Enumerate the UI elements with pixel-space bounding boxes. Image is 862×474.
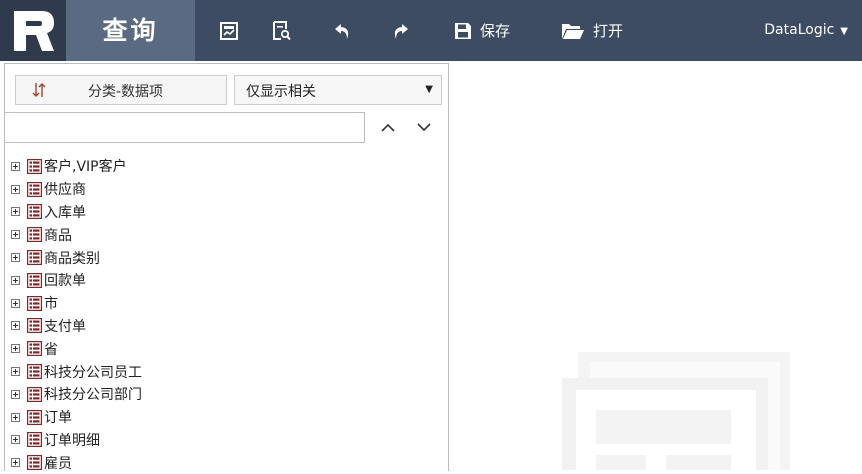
tree-item-label: 订单 <box>44 410 72 427</box>
tree-item[interactable]: 省 <box>11 337 441 360</box>
filter-select[interactable]: 仅显示相关 ▼ <box>234 75 442 105</box>
plus-box-icon[interactable] <box>11 435 20 445</box>
tree-item-label: 科技分公司员工 <box>44 364 142 381</box>
tree-item-label: 省 <box>44 341 58 358</box>
tree-item-label: 市 <box>44 296 58 313</box>
folder-open-icon <box>562 23 584 39</box>
table-icon <box>27 272 42 288</box>
plus-box-icon[interactable] <box>11 389 20 399</box>
table-icon <box>27 227 42 243</box>
save-icon <box>455 22 471 39</box>
tree-item[interactable]: 商品类别 <box>11 246 441 269</box>
tree-item-label: 支付单 <box>44 318 86 335</box>
sort-icon <box>32 83 46 97</box>
table-icon <box>27 432 42 448</box>
tree-item[interactable]: 支付单 <box>11 315 441 338</box>
filter-select-value: 仅显示相关 <box>246 84 316 100</box>
tree-item[interactable]: 市 <box>11 292 441 315</box>
user-name: DataLogic <box>764 22 835 38</box>
save-button[interactable]: 保存 <box>454 0 510 61</box>
tree-item-label: 订单明细 <box>44 432 100 449</box>
plus-box-icon[interactable] <box>11 367 20 377</box>
tree-item-label: 供应商 <box>44 182 86 199</box>
undo-button[interactable] <box>330 0 356 61</box>
top-toolbar: 查询 保存 打开 DataLogic ▼ <box>0 0 862 61</box>
table-icon <box>27 204 42 220</box>
tree-item[interactable]: 入库单 <box>11 201 441 224</box>
open-label: 打开 <box>593 22 624 40</box>
next-match-button[interactable] <box>407 112 441 143</box>
tree-item-label: 商品类别 <box>44 250 100 267</box>
tree-item[interactable]: 订单明细 <box>11 429 441 452</box>
tree-item[interactable]: 雇员 <box>11 451 441 474</box>
chevron-down-icon: ▼ <box>425 84 433 95</box>
plus-box-icon[interactable] <box>11 458 20 468</box>
chevron-down-icon: ▼ <box>840 26 848 37</box>
tree-item-label: 科技分公司部门 <box>44 387 142 404</box>
table-icon <box>27 364 42 380</box>
plus-box-icon[interactable] <box>11 207 20 217</box>
search-input[interactable] <box>4 112 365 143</box>
table-icon <box>27 250 42 266</box>
user-menu[interactable]: DataLogic ▼ <box>764 0 848 61</box>
table-icon <box>27 158 42 174</box>
chevron-down-icon <box>417 123 431 132</box>
tree-item[interactable]: 科技分公司员工 <box>11 360 441 383</box>
empty-report-illustration <box>562 352 790 470</box>
search-document-icon <box>272 20 291 40</box>
table-icon <box>27 318 42 334</box>
redo-icon <box>394 23 408 39</box>
plus-box-icon[interactable] <box>11 253 20 263</box>
plus-box-icon[interactable] <box>11 230 20 240</box>
data-item-tree: 客户,VIP客户 供应商入库单商品商品类别回款单市支付单省科技分公司员工 科技分公司… <box>11 155 441 474</box>
tree-item[interactable]: 订单 <box>11 406 441 429</box>
table-icon <box>27 409 42 425</box>
chevron-up-icon <box>381 123 395 132</box>
data-items-panel: 分类-数据项 仅显示相关 ▼ 客户,VIP客户 供应商入库单商品商品类别回款单市支… <box>4 63 449 474</box>
tree-item[interactable]: 商品 <box>11 223 441 246</box>
save-label: 保存 <box>480 22 511 40</box>
plus-box-icon[interactable] <box>11 275 20 285</box>
undo-icon <box>335 23 349 39</box>
tree-item[interactable]: 供应商 <box>11 178 441 201</box>
tree-item[interactable]: 客户,VIP客户 <box>11 155 441 178</box>
plus-box-icon[interactable] <box>11 184 20 194</box>
app-logo <box>0 0 66 61</box>
tree-item-label: 客户,VIP客户 <box>44 159 127 176</box>
tree-item-label: 入库单 <box>44 204 86 221</box>
plus-box-icon[interactable] <box>11 321 20 331</box>
tree-item-label: 商品 <box>44 227 72 244</box>
logo-icon <box>14 11 54 51</box>
table-icon <box>27 295 42 311</box>
preview-button[interactable] <box>266 0 296 61</box>
table-icon <box>27 455 42 471</box>
redo-button[interactable] <box>387 0 413 61</box>
page-title: 查询 <box>102 16 159 45</box>
sort-category-button[interactable]: 分类-数据项 <box>15 75 227 105</box>
plus-box-icon[interactable] <box>11 344 20 354</box>
plus-box-icon[interactable] <box>11 298 20 308</box>
table-icon <box>27 386 42 402</box>
chart-icon <box>220 21 238 40</box>
table-icon <box>27 341 42 357</box>
plus-box-icon[interactable] <box>11 161 20 171</box>
table-icon <box>27 181 42 197</box>
chart-button[interactable] <box>214 0 244 61</box>
plus-box-icon[interactable] <box>11 412 20 422</box>
sort-label: 分类-数据项 <box>88 84 164 100</box>
previous-match-button[interactable] <box>371 112 405 143</box>
tree-item-label: 回款单 <box>44 273 86 290</box>
page-title-box: 查询 <box>66 0 195 61</box>
tree-item[interactable]: 回款单 <box>11 269 441 292</box>
open-button[interactable]: 打开 <box>561 0 623 61</box>
tree-item[interactable]: 科技分公司部门 <box>11 383 441 406</box>
